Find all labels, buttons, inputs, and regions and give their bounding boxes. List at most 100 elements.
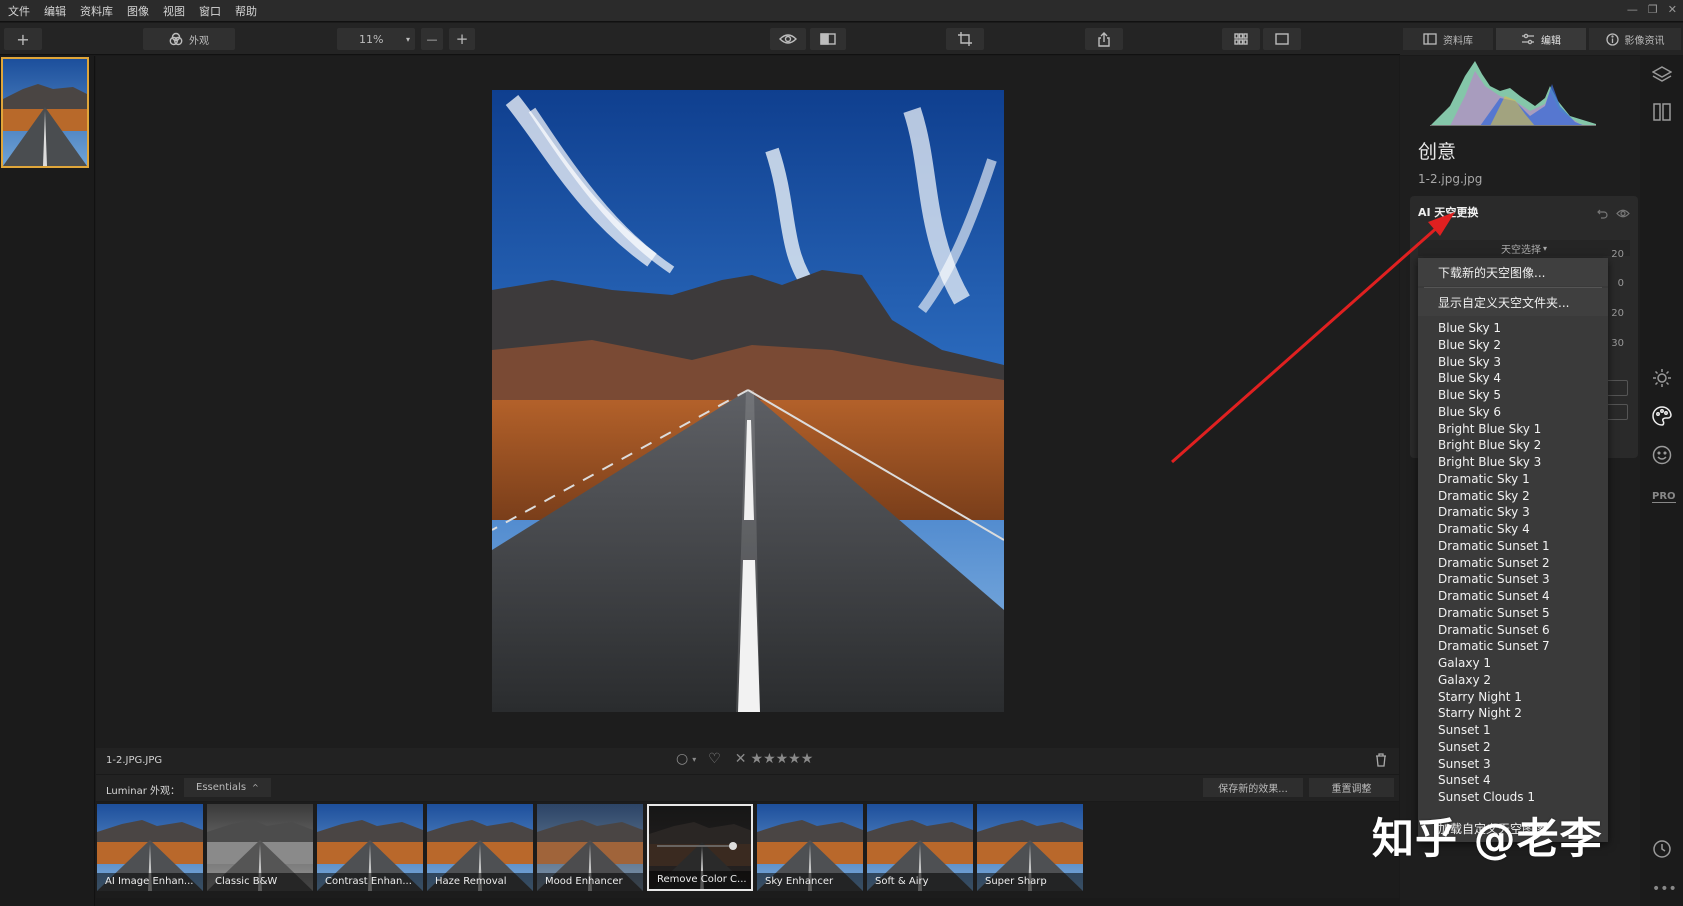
color-label-icon[interactable]: ○ [676, 751, 688, 767]
menu-edit[interactable]: 编辑 [37, 3, 73, 19]
sky-option[interactable]: Blue Sky 3 [1418, 354, 1608, 371]
tab-library[interactable]: 资料库 [1403, 28, 1493, 50]
face-portrait-icon[interactable] [1652, 445, 1672, 469]
sky-selection-dropdown[interactable]: 天空选择 ▾ [1418, 240, 1630, 256]
option-toggle[interactable] [1606, 404, 1628, 420]
sky-option[interactable]: Bright Blue Sky 1 [1418, 421, 1608, 438]
looks-collection-select[interactable]: Essentials ^ [184, 778, 271, 797]
crop-button[interactable] [946, 28, 984, 50]
looks-label: 外观 [189, 35, 209, 47]
sky-option[interactable]: Blue Sky 4 [1418, 370, 1608, 387]
preset-tile[interactable]: Super Sharp [977, 804, 1083, 891]
grid-view-button[interactable] [1222, 28, 1260, 50]
compare-button[interactable] [810, 28, 846, 50]
restore-button[interactable]: ❐ [1648, 3, 1658, 16]
more-options-icon[interactable]: ••• [1652, 881, 1677, 897]
sky-option[interactable]: Galaxy 2 [1418, 672, 1608, 689]
sky-panel-header[interactable]: AI 天空更换 [1418, 204, 1478, 220]
sky-option[interactable]: Sunset 2 [1418, 739, 1608, 756]
pro-tools-icon[interactable]: PRO [1652, 484, 1676, 503]
sky-option[interactable]: Dramatic Sunset 3 [1418, 571, 1608, 588]
photo-canvas[interactable] [96, 56, 1399, 748]
tab-edit[interactable]: 编辑 [1496, 28, 1586, 50]
sky-option[interactable]: Blue Sky 2 [1418, 337, 1608, 354]
trash-icon[interactable] [1375, 752, 1387, 771]
menu-view[interactable]: 视图 [156, 3, 192, 19]
preset-label: AI Image Enhan... [97, 873, 203, 891]
sky-option[interactable]: Dramatic Sky 3 [1418, 504, 1608, 521]
preset-tile[interactable]: Sky Enhancer [757, 804, 863, 891]
menu-library[interactable]: 资料库 [73, 3, 120, 19]
menu-file[interactable]: 文件 [0, 3, 37, 19]
presets-strip: AI Image Enhan... Classic B&W Contrast E… [96, 802, 1399, 898]
preset-tile[interactable]: Soft & Airy [867, 804, 973, 891]
sky-option[interactable]: Sunset 3 [1418, 756, 1608, 773]
sun-essentials-icon[interactable] [1652, 368, 1672, 392]
sky-option[interactable]: Blue Sky 6 [1418, 404, 1608, 421]
sky-option[interactable]: Sunset Clouds 1 [1418, 789, 1608, 806]
sky-option[interactable]: Dramatic Sunset 6 [1418, 622, 1608, 639]
zoom-select[interactable]: 11% ▾ [337, 28, 415, 50]
preset-tile[interactable]: Mood Enhancer [537, 804, 643, 891]
layers-icon[interactable] [1651, 66, 1673, 88]
preset-tile-selected[interactable]: Remove Color C... [647, 804, 753, 891]
palette-creative-icon[interactable] [1652, 406, 1672, 430]
menu-image[interactable]: 图像 [120, 3, 156, 19]
sky-option[interactable]: Starry Night 2 [1418, 705, 1608, 722]
looks-button[interactable]: 外观 [143, 28, 235, 50]
tab-info[interactable]: 影像资讯 [1589, 28, 1681, 50]
menu-help[interactable]: 帮助 [228, 3, 264, 19]
sky-option[interactable]: Bright Blue Sky 2 [1418, 437, 1608, 454]
sky-option[interactable]: Dramatic Sky 2 [1418, 488, 1608, 505]
undo-icon[interactable] [1597, 204, 1608, 223]
panel-filename: 1-2.jpg.jpg [1418, 172, 1483, 186]
tab-info-label: 影像资讯 [1624, 35, 1665, 47]
zoom-in-button[interactable]: + [449, 28, 475, 50]
sky-option[interactable]: Dramatic Sunset 2 [1418, 555, 1608, 572]
menu-window[interactable]: 窗口 [192, 3, 228, 19]
save-effect-button[interactable]: 保存新的效果... [1203, 778, 1303, 797]
sky-option[interactable]: Dramatic Sky 1 [1418, 471, 1608, 488]
sky-option[interactable]: Blue Sky 5 [1418, 387, 1608, 404]
sky-option[interactable]: Dramatic Sunset 4 [1418, 588, 1608, 605]
tab-library-label: 资料库 [1443, 35, 1473, 47]
preset-tile[interactable]: AI Image Enhan... [97, 804, 203, 891]
history-clock-icon[interactable] [1652, 839, 1672, 863]
filmstrip-thumbnail[interactable] [1, 57, 89, 168]
preset-tile[interactable]: Haze Removal [427, 804, 533, 891]
sky-option[interactable]: Blue Sky 1 [1418, 320, 1608, 337]
visibility-eye-icon[interactable] [1616, 204, 1630, 223]
reset-adjust-button[interactable]: 重置调整 [1309, 778, 1394, 797]
reject-icon[interactable]: ✕ [735, 751, 747, 767]
zoom-out-button[interactable]: — [421, 28, 443, 50]
sky-option[interactable]: Bright Blue Sky 3 [1418, 454, 1608, 471]
canvas-icon[interactable] [1652, 102, 1672, 126]
sky-option[interactable]: Dramatic Sunset 1 [1418, 538, 1608, 555]
chevron-down-icon[interactable]: ▾ [692, 755, 696, 764]
sky-option[interactable]: Galaxy 1 [1418, 655, 1608, 672]
share-button[interactable] [1085, 28, 1123, 50]
sky-option[interactable]: Sunset 1 [1418, 722, 1608, 739]
preset-tile[interactable]: Classic B&W [207, 804, 313, 891]
heart-icon[interactable]: ♡ [708, 751, 721, 767]
option-toggle[interactable] [1606, 380, 1628, 396]
share-icon [1098, 31, 1110, 47]
image-filename: 1-2.JPG.JPG [106, 755, 163, 766]
sky-option[interactable]: Starry Night 1 [1418, 689, 1608, 706]
star-rating[interactable]: ★★★★★ [751, 751, 814, 767]
sky-option[interactable]: Dramatic Sunset 7 [1418, 638, 1608, 655]
sky-option[interactable]: Sunset 4 [1418, 772, 1608, 789]
preset-label: Sky Enhancer [757, 873, 863, 891]
menu-bar: 文件 编辑 资料库 图像 视图 窗口 帮助 — ❐ ✕ [0, 0, 1683, 22]
sky-option[interactable]: Dramatic Sky 4 [1418, 521, 1608, 538]
preset-tile[interactable]: Contrast Enhan... [317, 804, 423, 891]
add-button[interactable]: + [4, 28, 42, 50]
single-view-button[interactable] [1263, 28, 1301, 50]
library-icon [1423, 33, 1437, 45]
preview-button[interactable] [770, 28, 806, 50]
show-custom-sky-folder-item[interactable]: 显示自定义天空文件夹... [1418, 288, 1608, 316]
download-new-skies-item[interactable]: 下载新的天空图像... [1418, 258, 1608, 286]
close-button[interactable]: ✕ [1668, 3, 1677, 16]
sky-option[interactable]: Dramatic Sunset 5 [1418, 605, 1608, 622]
minimize-button[interactable]: — [1627, 3, 1638, 16]
